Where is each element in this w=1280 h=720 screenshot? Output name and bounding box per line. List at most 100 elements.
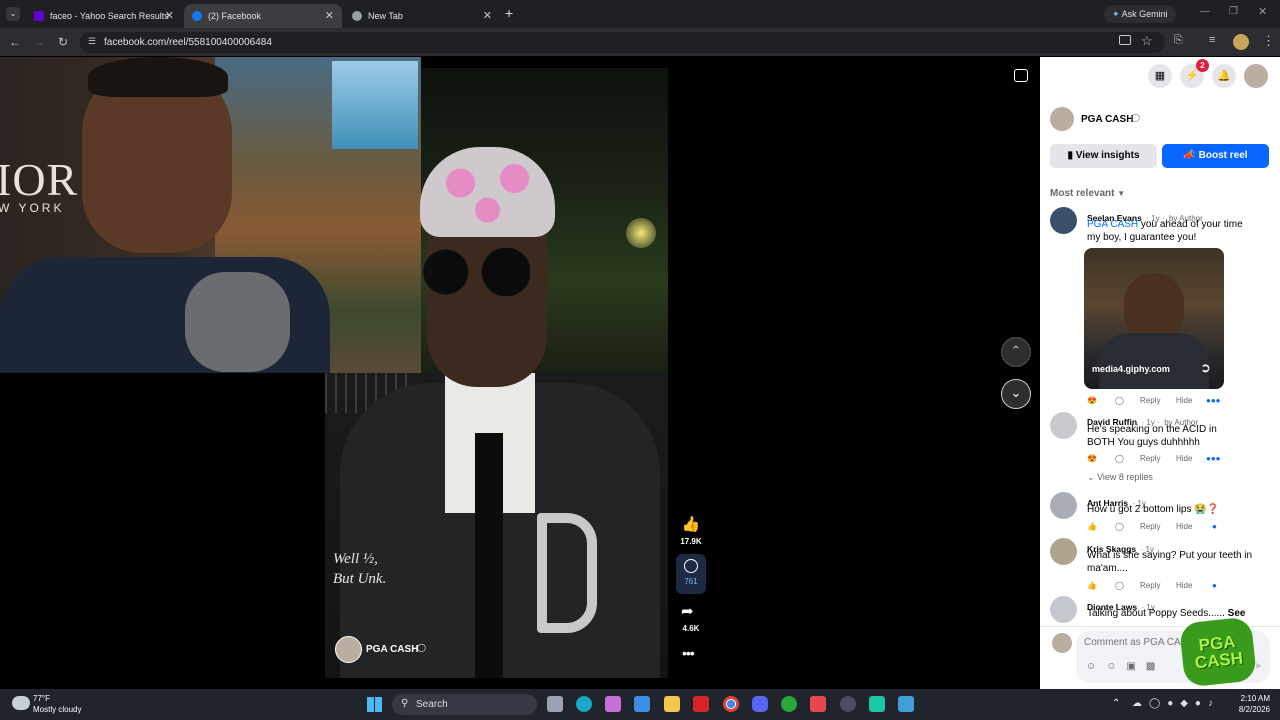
ask-gemini-button[interactable]: ✦ Ask Gemini [1104,5,1176,23]
bookmark-star-icon[interactable]: ☆ [1141,33,1153,49]
weather-temp[interactable]: 77°F [33,694,50,703]
copilot-icon[interactable] [605,696,621,712]
picture-in-picture-icon[interactable] [1014,69,1028,82]
reply-button[interactable]: Reply [1140,396,1160,405]
thumbs-up-icon[interactable]: 👍 [1087,522,1097,531]
task-view-icon[interactable] [547,696,563,712]
tab-yahoo[interactable]: faceo - Yahoo Search Results ✕ [26,4,182,28]
messenger-badge: 2 [1196,59,1209,72]
sunglasses [422,248,530,296]
hide-button[interactable]: Hide [1176,522,1192,531]
sort-dropdown[interactable]: Most relevant ▼ [1050,188,1125,199]
thumbs-up-icon[interactable]: 👍 [1087,581,1097,590]
hide-button[interactable]: Hide [1176,454,1192,463]
thumbs-up-icon: 👍 [681,516,701,533]
tab-new-tab[interactable]: New Tab ✕ [344,4,500,28]
page-name[interactable]: PGA CASH [1081,114,1133,125]
tray-icons[interactable]: ☁◯●◆●♪ [1132,698,1220,709]
taskbar-search[interactable]: ⚲ Search [392,694,537,715]
comment-mention[interactable]: PGA CASH [1087,219,1138,230]
forward-arrow-icon[interactable]: → [32,35,46,49]
commenter-avatar[interactable] [1050,492,1077,519]
next-reel-button[interactable]: ⌄ [1001,379,1031,409]
file-explorer-icon[interactable] [664,696,680,712]
comment-reply-icon[interactable]: ◯ [1115,454,1124,463]
comment-body: Talking about Poppy Seeds...... [1087,608,1225,619]
menu-dots-icon[interactable]: ⋮ [1262,33,1275,49]
gif-icon[interactable]: ▩ [1146,661,1165,672]
comment-reply-icon[interactable]: ◯ [1115,522,1124,531]
comment-input[interactable] [1084,637,1184,648]
l-app-icon[interactable] [693,696,709,712]
chrome-icon[interactable] [723,696,739,712]
cast-icon[interactable] [1119,35,1131,45]
paint-icon[interactable] [634,696,650,712]
commenter-avatar[interactable] [1050,207,1077,234]
tab-facebook[interactable]: (2) Facebook ✕ [184,4,342,28]
reel-author-name[interactable]: PGA CASH [366,644,418,655]
tab-list-chevron-icon[interactable]: ⌄ [6,7,20,21]
messaging-app-icon[interactable] [869,696,885,712]
hide-button[interactable]: Hide [1176,581,1192,590]
site-info-icon[interactable]: ☰ [88,36,96,47]
previous-reel-button[interactable]: ⌃ [1001,337,1031,367]
like-button[interactable]: 👍 [680,516,702,534]
boost-reel-button[interactable]: 📣 Boost reel [1162,144,1269,168]
reading-list-icon[interactable]: ≡ [1209,34,1215,46]
view-insights-button[interactable]: ▮ View insights [1050,144,1157,168]
photos-icon[interactable] [898,696,914,712]
clock-date[interactable]: 8/2/2026 [1218,705,1270,714]
snipping-tool-icon[interactable] [840,696,856,712]
notifications-bell-icon[interactable]: 🔔 [1212,64,1236,88]
weather-icon[interactable] [12,696,30,710]
active-app-icon[interactable] [810,696,826,712]
restore-button[interactable]: ❐ [1229,6,1238,17]
close-icon[interactable]: ✕ [165,9,174,22]
reply-button[interactable]: Reply [1140,454,1160,463]
more-options-icon[interactable]: ••• [682,645,695,661]
close-icon[interactable]: ✕ [483,9,492,22]
minimize-button[interactable]: — [1200,6,1210,17]
react-emoji-icon[interactable]: 😍 [1087,454,1097,463]
poster-panel [332,61,418,149]
commenter-avatar[interactable] [1050,596,1077,623]
avatar-sticker-icon[interactable]: ☺ [1086,661,1106,672]
comment-reply-icon[interactable]: ◯ [1115,396,1124,405]
comment-button[interactable]: 761 [676,554,706,594]
commenter-avatar[interactable] [1050,538,1077,565]
extensions-icon[interactable]: ⎘ [1174,34,1183,47]
back-arrow-icon[interactable]: ← [8,35,22,49]
menu-grid-icon[interactable]: ▦ [1148,64,1172,88]
camera-icon[interactable]: ▣ [1126,661,1145,672]
account-avatar[interactable] [1244,64,1268,88]
emoji-icon[interactable]: ☺ [1106,661,1126,672]
tray-chevron-icon[interactable]: ⌃ [1112,698,1120,709]
hide-button[interactable]: Hide [1176,396,1192,405]
reply-button[interactable]: Reply [1140,581,1160,590]
share-button[interactable]: ➦ [681,602,694,620]
external-link-icon[interactable]: ➲ [1200,360,1211,376]
gif-suit [1099,333,1209,389]
clock-time[interactable]: 2:10 AM [1228,694,1270,703]
react-emoji-icon[interactable]: 😍 [1087,396,1097,405]
commenter-avatar[interactable] [1050,412,1077,439]
profile-avatar[interactable] [1233,34,1249,50]
comment-reply-icon[interactable]: ◯ [1115,581,1124,590]
discord-icon[interactable] [752,696,768,712]
view-replies-link[interactable]: ⌄ View 8 replies [1087,472,1153,483]
comment-gif[interactable]: media4.giphy.com ➲ [1084,248,1224,389]
close-icon[interactable]: ✕ [325,9,334,22]
weather-desc[interactable]: Mostly cloudy [33,705,81,714]
windows-start-icon[interactable] [367,697,382,712]
reply-button[interactable]: Reply [1140,522,1160,531]
see-more-link[interactable]: See [1228,608,1246,619]
reload-icon[interactable]: ↻ [56,35,70,49]
address-bar[interactable]: ☰ facebook.com/reel/558100400006484 [80,32,1165,53]
reel-author-avatar[interactable] [335,636,362,663]
close-window-button[interactable]: ✕ [1258,5,1267,18]
new-tab-button[interactable]: + [505,5,513,21]
xbox-icon[interactable] [781,696,797,712]
composer-avatar[interactable] [1052,633,1072,653]
edge-icon[interactable] [576,696,592,712]
page-avatar[interactable] [1050,107,1074,131]
